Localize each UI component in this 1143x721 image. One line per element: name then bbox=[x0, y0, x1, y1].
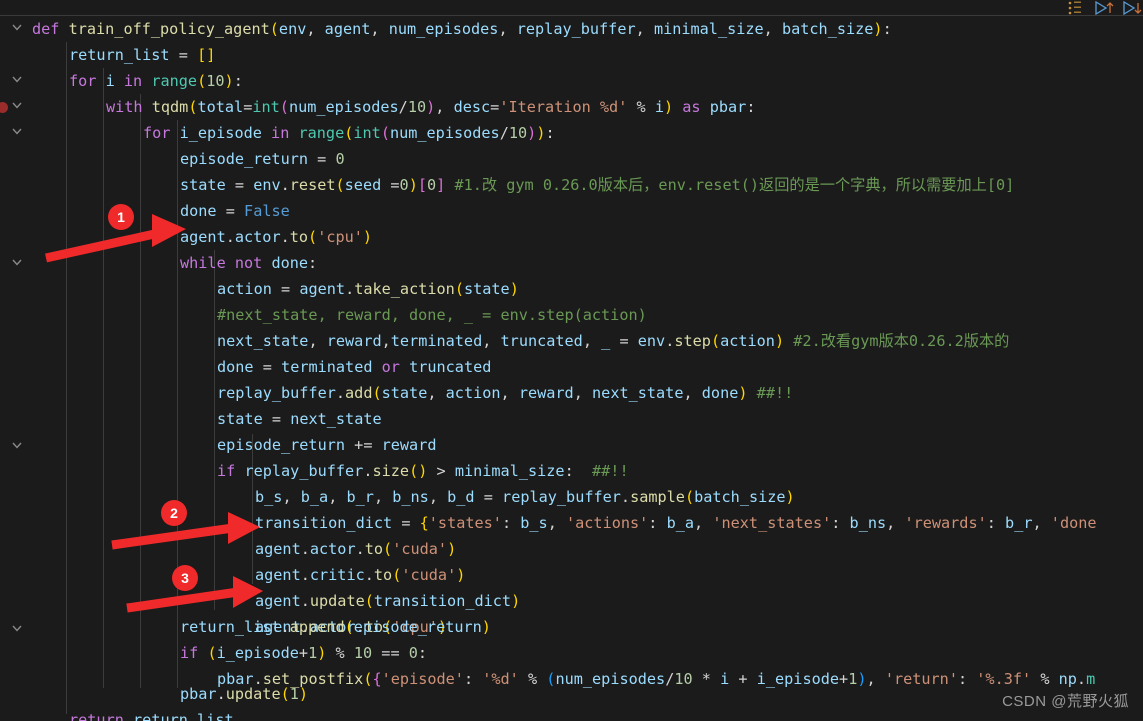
code-line: def train_off_policy_agent(env, agent, n… bbox=[32, 20, 892, 38]
code-line: with tqdm(total=int(num_episodes/10), de… bbox=[106, 98, 756, 116]
code-line: agent.actor.to('cpu') bbox=[180, 228, 373, 246]
code-content[interactable]: def train_off_policy_agent(env, agent, n… bbox=[0, 16, 1143, 721]
code-line: if (i_episode+1) % 10 == 0: bbox=[180, 644, 428, 662]
code-line: next_state, reward,terminated, truncated… bbox=[217, 332, 1010, 350]
annotation-badge-3: 3 bbox=[172, 565, 198, 591]
code-line: state = env.reset(seed =0)[0] #1.改 gym 0… bbox=[180, 176, 1015, 194]
code-line: return_list = [] bbox=[69, 46, 216, 64]
run-above-icon[interactable] bbox=[1093, 0, 1114, 17]
code-line: return return_list bbox=[69, 711, 234, 721]
code-line: done = False bbox=[180, 202, 290, 220]
code-line: action = agent.take_action(state) bbox=[217, 280, 519, 298]
code-line: agent.actor.to('cuda') bbox=[255, 540, 457, 558]
run-below-icon[interactable] bbox=[1121, 0, 1142, 17]
editor-toolbar bbox=[0, 0, 1143, 16]
watermark-label: CSDN @荒野火狐 bbox=[1002, 693, 1129, 710]
code-line: transition_dict = {'states': b_s, 'actio… bbox=[255, 514, 1097, 532]
code-line: episode_return = 0 bbox=[180, 150, 345, 168]
code-line: done = terminated or truncated bbox=[217, 358, 492, 376]
code-line: if replay_buffer.size() > minimal_size: … bbox=[217, 462, 629, 480]
code-line: pbar.update(1) bbox=[180, 685, 309, 703]
code-line: return_list.append(episode_return) bbox=[180, 618, 491, 636]
code-line: #next_state, reward, done, _ = env.step(… bbox=[217, 306, 647, 324]
code-line: while not done: bbox=[180, 254, 318, 272]
code-line: agent.critic.to('cuda') bbox=[255, 566, 466, 584]
code-editor-window: def train_off_policy_agent(env, agent, n… bbox=[0, 0, 1143, 721]
annotation-badge-2: 2 bbox=[161, 500, 187, 526]
code-line: pbar.set_postfix({'episode': '%d' % (num… bbox=[217, 670, 1096, 688]
more-actions-icon[interactable] bbox=[1065, 0, 1085, 17]
code-line: episode_return += reward bbox=[217, 436, 437, 454]
code-line: for i in range(10): bbox=[69, 72, 243, 90]
code-line: for i_episode in range(int(num_episodes/… bbox=[143, 124, 555, 142]
code-line: b_s, b_a, b_r, b_ns, b_d = replay_buffer… bbox=[255, 488, 795, 506]
annotation-badge-1: 1 bbox=[108, 204, 134, 230]
code-line: state = next_state bbox=[217, 410, 382, 428]
code-line: agent.update(transition_dict) bbox=[255, 592, 521, 610]
code-line: replay_buffer.add(state, action, reward,… bbox=[217, 384, 794, 402]
